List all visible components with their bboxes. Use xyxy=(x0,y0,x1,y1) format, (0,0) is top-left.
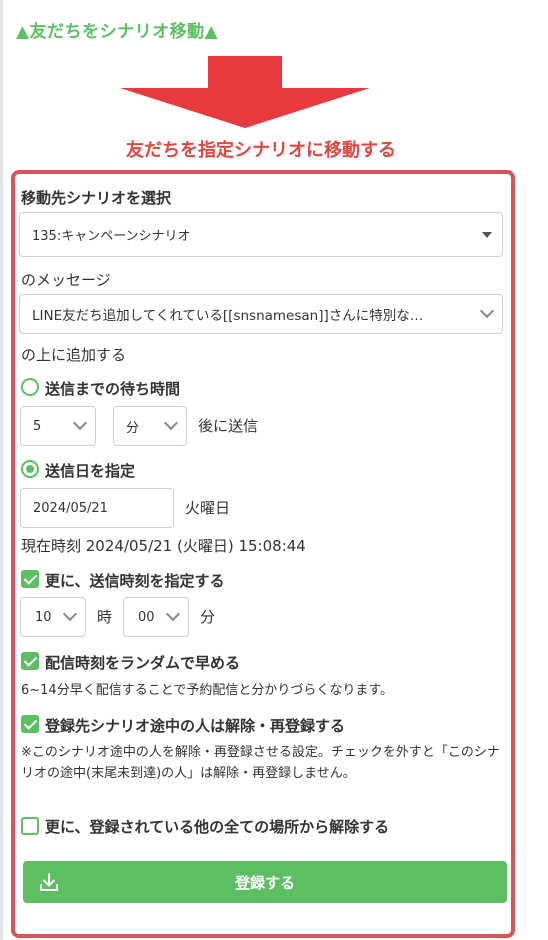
wait-time-label: 送信までの待ち時間 xyxy=(45,380,181,398)
wait-suffix: 後に送信 xyxy=(198,417,259,435)
submit-button-label: 登録する xyxy=(234,873,295,892)
hour-suffix: 時 xyxy=(97,608,113,626)
move-scenario-form: 移動先シナリオを選択 135:キャンペーンシナリオ のメッセージ LINE友だち… xyxy=(11,170,515,938)
reregister-label: 登録先シナリオ途中の人は解除・再登録する xyxy=(45,717,346,735)
send-date-radio[interactable] xyxy=(21,460,39,478)
wait-unit-select[interactable]: 分 xyxy=(113,406,187,446)
send-time-label: 更に、送信時刻を指定する xyxy=(45,572,225,590)
unregister-all-checkbox[interactable] xyxy=(21,817,39,835)
dropdown-triangle-icon xyxy=(482,231,492,238)
message-select[interactable]: LINE友だち追加してくれている[[snsnamesan]]さんに特別な… xyxy=(19,294,503,334)
download-icon xyxy=(40,873,58,891)
chevron-down-icon xyxy=(165,606,181,622)
random-time-label: 配信時刻をランダムで早める xyxy=(45,654,241,672)
minute-value: 00 xyxy=(138,609,155,625)
section-subtitle: 友だちを指定シナリオに移動する xyxy=(126,140,396,161)
random-time-note: 6~14分早く配信することで予約配信と分かりづらくなります。 xyxy=(21,683,394,698)
weekday-label: 火曜日 xyxy=(185,499,231,517)
send-date-value: 2024/05/21 xyxy=(33,500,108,516)
random-time-checkbox[interactable] xyxy=(21,652,39,670)
hour-value: 10 xyxy=(35,609,52,625)
reregister-note: ※このシナリオ途中の人を解除・再登録させる設定。チェックを外すと「このシナリオの… xyxy=(21,745,500,781)
chevron-down-icon xyxy=(479,303,495,319)
unregister-all-label: 更に、登録されている他の全ての場所から解除する xyxy=(45,818,390,836)
send-date-label: 送信日を指定 xyxy=(45,462,136,480)
send-date-input[interactable]: 2024/05/21 xyxy=(20,488,174,528)
minute-suffix: 分 xyxy=(200,608,216,626)
submit-button[interactable]: 登録する xyxy=(23,861,507,903)
add-above-label: の上に追加する xyxy=(21,346,127,364)
reregister-checkbox[interactable] xyxy=(21,715,39,733)
scenario-label: 移動先シナリオを選択 xyxy=(21,189,172,207)
wait-unit-value: 分 xyxy=(126,420,140,436)
wait-amount-value: 5 xyxy=(33,418,42,434)
current-time: 現在時刻 2024/05/21 (火曜日) 15:08:44 xyxy=(21,537,306,555)
message-select-value: LINE友だち追加してくれている[[snsnamesan]]さんに特別な… xyxy=(32,308,424,324)
chevron-down-icon xyxy=(62,606,78,622)
wait-amount-select[interactable]: 5 xyxy=(20,406,96,446)
message-label: のメッセージ xyxy=(21,271,111,289)
chevron-down-icon xyxy=(72,415,88,431)
scenario-select-value: 135:キャンペーンシナリオ xyxy=(32,229,191,244)
wait-time-radio[interactable] xyxy=(21,378,39,396)
hour-select[interactable]: 10 xyxy=(20,597,86,637)
chevron-down-icon xyxy=(163,415,179,431)
down-arrow-icon xyxy=(120,56,370,128)
page-title: ▲友だちをシナリオ移動▲ xyxy=(16,22,219,42)
send-time-checkbox[interactable] xyxy=(21,570,39,588)
minute-select[interactable]: 00 xyxy=(123,597,189,637)
scenario-select[interactable]: 135:キャンペーンシナリオ xyxy=(19,212,503,257)
